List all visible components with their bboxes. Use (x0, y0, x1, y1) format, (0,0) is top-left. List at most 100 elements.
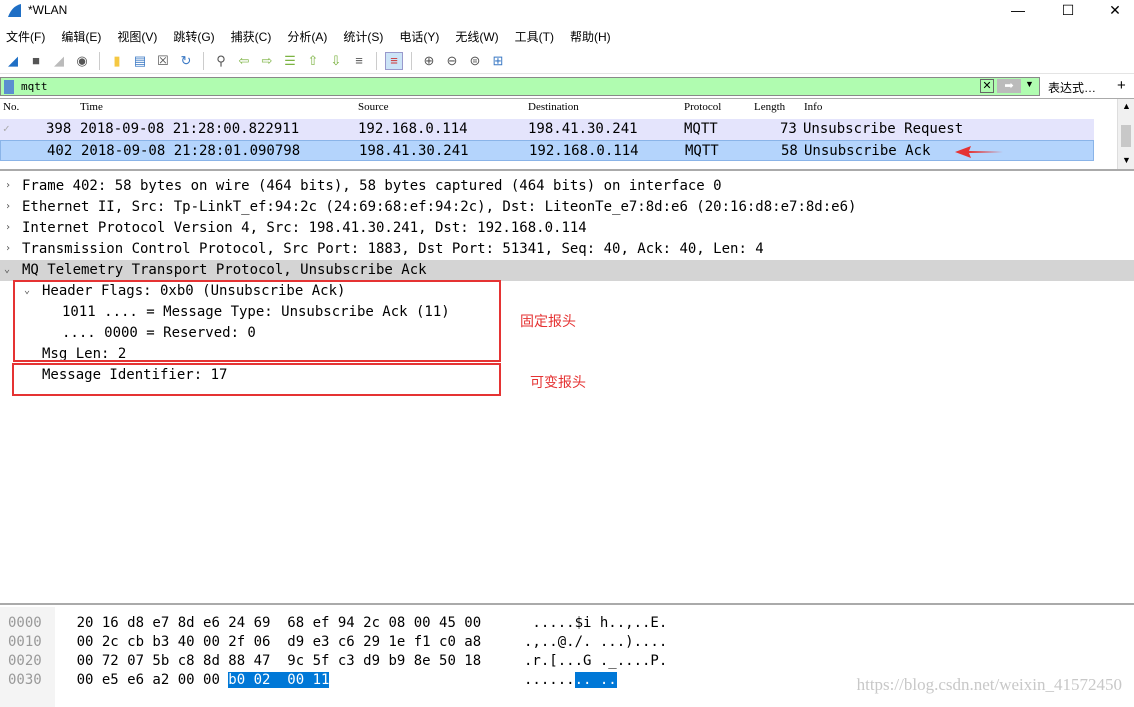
colorize-icon[interactable]: ≡ (385, 51, 403, 70)
fixed-header-label: 固定报头 (520, 314, 576, 330)
hex-row[interactable]: 0020 00 72 07 5b c8 8d 88 47 9c 5f c3 d9… (8, 652, 667, 671)
close-button[interactable]: ✕ (1092, 0, 1134, 22)
back-icon[interactable]: ⇦ (235, 52, 253, 70)
save-file-icon[interactable]: ▤ (131, 52, 149, 70)
packet-time: 2018-09-08 21:28:00.822911 (80, 121, 300, 137)
stop-icon[interactable]: ■ (27, 52, 45, 70)
wireshark-logo-icon (8, 4, 21, 17)
resize-columns-icon[interactable]: ⊞ (489, 52, 507, 70)
hex-bytes: 00 72 07 5b c8 8d 88 47 9c 5f c3 d9 b9 8… (76, 653, 482, 669)
maximize-button[interactable]: ☐ (1045, 0, 1091, 22)
packet-bytes: 0000 20 16 d8 e7 8d e6 24 69 68 ef 94 2c… (0, 603, 1134, 707)
hex-offset: 0010 (8, 634, 42, 650)
zoom-out-icon[interactable]: ⊖ (443, 52, 461, 70)
close-file-icon[interactable]: ☒ (154, 52, 172, 70)
menu-telephony[interactable]: 电话(Y) (393, 28, 445, 46)
hex-rows: 0000 20 16 d8 e7 8d e6 24 69 68 ef 94 2c… (8, 614, 667, 690)
hex-ascii: .r.[...G ._....P. (524, 653, 668, 669)
shark-fin-start-icon[interactable]: ◢ (4, 52, 22, 70)
display-filter-input[interactable]: mqtt (0, 77, 1040, 96)
tree-item-frame[interactable]: › Frame 402: 58 bytes on wire (464 bits),… (0, 176, 1134, 197)
column-header-time[interactable]: Time (80, 101, 103, 113)
tree-item-ethernet[interactable]: › Ethernet II, Src: Tp-LinkT_ef:94:2c (24… (0, 197, 1134, 218)
zoom-normal-icon[interactable]: ⊜ (466, 52, 484, 70)
column-header-info[interactable]: Info (804, 101, 822, 113)
bookmark-icon[interactable] (4, 80, 14, 94)
column-header-no[interactable]: No. (3, 101, 19, 113)
scroll-down-icon[interactable]: ▼ (1122, 155, 1131, 165)
hex-offset: 0020 (8, 653, 42, 669)
main-toolbar: ◢ ■ ◢ ◉ ▮ ▤ ☒ ↻ ⚲ ⇦ ⇨ ☰ ⇧ ⇩ ≡ ≡ ⊕ ⊖ ⊜ ⊞ (0, 48, 1134, 74)
variable-header-label: 可变报头 (530, 375, 586, 391)
packet-protocol: MQTT (685, 143, 719, 159)
packet-time: 2018-09-08 21:28:01.090798 (81, 143, 301, 159)
open-file-icon[interactable]: ▮ (108, 52, 126, 70)
filter-value: mqtt (21, 80, 48, 93)
column-header-protocol[interactable]: Protocol (684, 101, 721, 113)
expression-button[interactable]: 表达式… (1048, 79, 1096, 96)
goto-packet-icon[interactable]: ☰ (281, 52, 299, 70)
scroll-thumb[interactable] (1121, 125, 1131, 147)
packet-info: Unsubscribe Ack (804, 143, 931, 159)
packet-no: 398 (46, 121, 72, 137)
hex-ascii: .....$i h..,..E. (524, 615, 668, 631)
clear-filter-icon[interactable]: ✕ (980, 79, 994, 93)
packet-source: 192.168.0.114 (358, 121, 468, 137)
apply-filter-icon[interactable]: ➡ (997, 79, 1021, 93)
variable-header-highlight-box (12, 363, 501, 396)
menu-go[interactable]: 跳转(G) (167, 28, 220, 46)
minimize-button[interactable]: — (995, 0, 1041, 22)
first-packet-icon[interactable]: ⇧ (304, 52, 322, 70)
tree-item-label: Internet Protocol Version 4, Src: 198.41… (22, 220, 587, 236)
column-header-length[interactable]: Length (754, 101, 785, 113)
options-icon[interactable]: ◉ (73, 52, 91, 70)
menu-view[interactable]: 视图(V) (111, 28, 163, 46)
hex-bytes: 20 16 d8 e7 8d e6 24 69 68 ef 94 2c 08 0… (76, 615, 482, 631)
divider (376, 51, 377, 70)
menu-capture[interactable]: 捕获(C) (225, 28, 278, 46)
hex-bytes-selected: b0 02 00 11 (228, 672, 330, 688)
packet-no: 402 (47, 143, 73, 159)
add-filter-button[interactable]: + (1117, 77, 1126, 94)
tree-item-mqtt[interactable]: ⌄ MQ Telemetry Transport Protocol, Unsubs… (0, 260, 1134, 281)
packet-row-selected[interactable]: 402 2018-09-08 21:28:01.090798 198.41.30… (0, 140, 1094, 161)
menu-analyze[interactable]: 分析(A) (281, 28, 333, 46)
restart-icon[interactable]: ◢ (50, 52, 68, 70)
menu-statistics[interactable]: 统计(S) (337, 28, 389, 46)
filter-history-dropdown-icon[interactable]: ▼ (1025, 79, 1034, 89)
reload-icon[interactable]: ↻ (177, 52, 195, 70)
hex-bytes: 00 e5 e6 a2 00 00 (76, 672, 229, 688)
last-packet-icon[interactable]: ⇩ (327, 52, 345, 70)
hex-offset: 0000 (8, 615, 42, 631)
title-bar: *WLAN — ☐ ✕ (0, 0, 1134, 22)
menu-tools[interactable]: 工具(T) (509, 28, 560, 46)
menu-help[interactable]: 帮助(H) (564, 28, 617, 46)
watermark: https://blog.csdn.net/weixin_41572450 (856, 675, 1122, 694)
column-header-destination[interactable]: Destination (528, 101, 579, 113)
hex-ascii-selected: .. .. (574, 672, 617, 688)
zoom-in-icon[interactable]: ⊕ (420, 52, 438, 70)
tree-item-tcp[interactable]: › Transmission Control Protocol, Src Port… (0, 239, 1134, 260)
packet-info: Unsubscribe Request (803, 121, 964, 137)
menu-edit[interactable]: 编辑(E) (55, 28, 107, 46)
divider (99, 51, 100, 70)
hex-row[interactable]: 0030 00 e5 e6 a2 00 00 b0 02 00 11......… (8, 671, 617, 690)
autoscroll-icon[interactable]: ≡ (350, 52, 368, 70)
window-title: *WLAN (28, 3, 68, 17)
scroll-up-icon[interactable]: ▲ (1122, 101, 1131, 111)
hex-bytes: 00 2c cb b3 40 00 2f 06 d9 e3 c6 29 1e f… (76, 634, 482, 650)
hex-row[interactable]: 0000 20 16 d8 e7 8d e6 24 69 68 ef 94 2c… (8, 614, 667, 633)
hex-row[interactable]: 0010 00 2c cb b3 40 00 2f 06 d9 e3 c6 29… (8, 633, 667, 652)
forward-icon[interactable]: ⇨ (258, 52, 276, 70)
menu-file[interactable]: 文件(F) (0, 28, 51, 46)
packet-list-scrollbar[interactable]: ▲ ▼ (1117, 99, 1134, 169)
packet-length: 58 (781, 143, 798, 159)
column-header-source[interactable]: Source (358, 101, 389, 113)
find-icon[interactable]: ⚲ (212, 52, 230, 70)
packet-protocol: MQTT (684, 121, 718, 137)
packet-row[interactable]: ✓ 398 2018-09-08 21:28:00.822911 192.168… (0, 119, 1094, 140)
red-arrow-annotation-icon (955, 146, 1003, 158)
packet-destination: 192.168.0.114 (529, 143, 639, 159)
tree-item-ip[interactable]: › Internet Protocol Version 4, Src: 198.4… (0, 218, 1134, 239)
menu-wireless[interactable]: 无线(W) (449, 28, 504, 46)
